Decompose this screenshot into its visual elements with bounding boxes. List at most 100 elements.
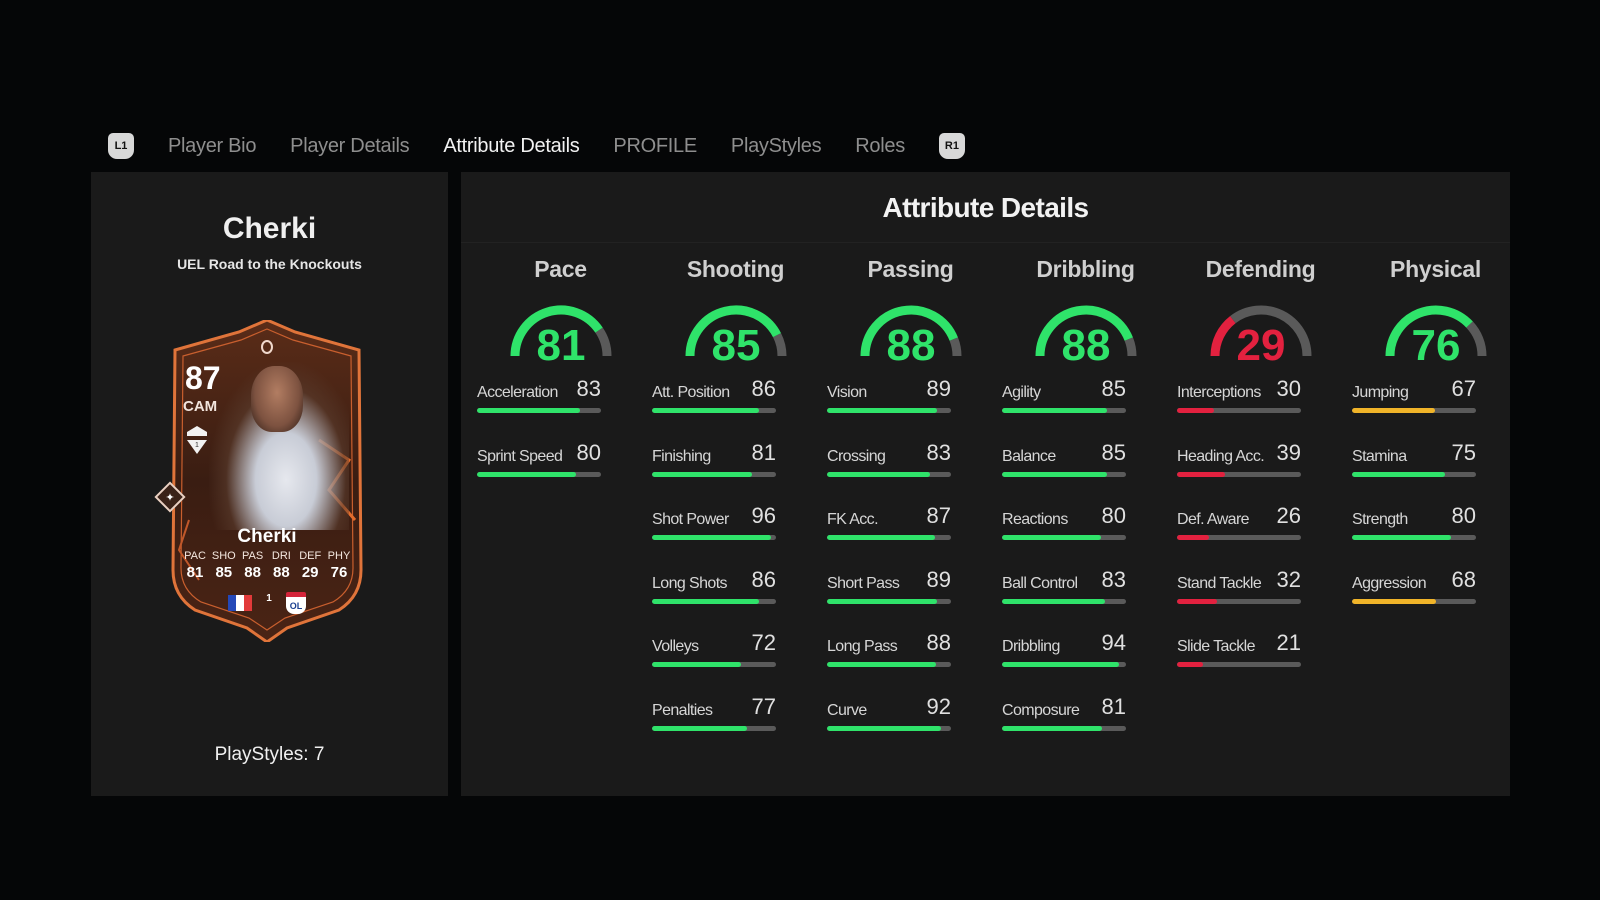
player-card[interactable]: 87 CAM 1 ✦ Cherki PAC 81 SHO 85 PAS 88 DRI 8… <box>154 320 365 642</box>
stat-name: Acceleration <box>477 384 558 401</box>
card-stat-value: 88 <box>244 564 261 581</box>
stat-bar-fill <box>652 598 759 604</box>
stat-bar-fill <box>827 471 930 477</box>
stat-bar <box>652 408 776 413</box>
stat-value: 86 <box>751 566 776 592</box>
stat-row: FK Acc. 87 <box>827 501 951 529</box>
stat-row: Composure 81 <box>1002 692 1126 720</box>
card-stat-value: 88 <box>273 564 290 581</box>
stat-item: Finishing 81 <box>652 438 776 502</box>
attribute-column-pace: Pace 81 Acceleration 83 Sprint Speed 80 <box>473 256 648 755</box>
stat-item: Volleys 72 <box>652 628 776 692</box>
stat-row: Acceleration 83 <box>477 374 601 402</box>
stat-name: Reactions <box>1002 511 1068 528</box>
stat-item: Balance 85 <box>1002 438 1126 502</box>
card-stat-label: PHY <box>327 550 351 562</box>
player-name: Cherki <box>222 212 317 245</box>
stat-name: Finishing <box>652 447 711 465</box>
stat-bar <box>1177 471 1301 477</box>
card-rating: 87 <box>185 360 221 396</box>
stat-item: Penalties 77 <box>652 692 776 756</box>
stat-bar <box>1352 408 1476 413</box>
stat-bar-fill <box>477 471 577 477</box>
stat-value: 75 <box>1451 439 1476 465</box>
card-stat-label: DRI <box>271 550 291 562</box>
r1-bumper-icon[interactable]: R1 <box>938 133 965 159</box>
stat-item: Def. Aware 26 <box>1177 501 1301 565</box>
stat-bar-fill <box>1002 725 1103 731</box>
section-title: Attribute Details <box>882 192 1089 223</box>
stat-row: Penalties 77 <box>652 692 776 720</box>
card-badges: 1 OL <box>169 592 365 614</box>
stat-row: Heading Acc. 39 <box>1177 438 1301 466</box>
category-gauge: 85 <box>685 305 786 362</box>
stat-item: Slide Tackle 21 <box>1177 628 1301 692</box>
stat-value: 85 <box>1101 376 1126 401</box>
stat-bar <box>652 471 776 477</box>
divider <box>461 242 1510 243</box>
card-stat-label: SHO <box>211 550 236 562</box>
gauge-track <box>1465 321 1486 357</box>
stat-name: Strength <box>1352 511 1408 528</box>
stat-item: Long Shots 86 <box>652 565 776 629</box>
tab-bar: L1 Player Bio Player Details Attribute D… <box>108 130 965 162</box>
stat-bar <box>827 535 951 540</box>
stat-value: 96 <box>751 503 776 528</box>
stat-value: 87 <box>926 503 951 528</box>
attribute-column-defending: Defending 29 Interceptions 30 Heading Acc… <box>1173 256 1348 755</box>
stat-bar <box>1002 725 1126 731</box>
stat-value: 68 <box>1451 566 1476 592</box>
tab-roles[interactable]: Roles <box>855 135 905 158</box>
stat-bar-fill <box>1177 471 1226 477</box>
category-gauge: 88 <box>1035 305 1136 362</box>
stat-bar-fill <box>1352 598 1437 604</box>
category-name: Pace <box>534 256 587 282</box>
category-value: 88 <box>886 321 935 362</box>
stat-row: Slide Tackle 21 <box>1177 628 1301 656</box>
tab-profile[interactable]: PROFILE <box>613 135 697 158</box>
playstyles-count: PlayStyles: 7 <box>214 744 325 765</box>
stat-item: Heading Acc. 39 <box>1177 438 1301 502</box>
stat-name: Att. Position <box>652 384 730 401</box>
tab-player-details[interactable]: Player Details <box>290 135 409 158</box>
stat-bar <box>1177 662 1301 667</box>
category-name: Dribbling <box>1036 256 1135 282</box>
card-player-name: Cherki <box>237 526 297 547</box>
category-name: Shooting <box>686 256 785 282</box>
stat-item: Crossing 83 <box>827 438 951 502</box>
tab-playstyles[interactable]: PlayStyles <box>731 135 822 158</box>
tab-player-bio[interactable]: Player Bio <box>168 135 256 158</box>
stat-row: Vision 89 <box>827 374 951 402</box>
stat-bar <box>652 725 776 731</box>
stat-name: Ball Control <box>1002 574 1078 592</box>
player-photo-head <box>251 366 303 432</box>
stat-value: 26 <box>1276 503 1301 528</box>
stat-list: Vision 89 Crossing 83 FK Acc. 87 Short P… <box>823 374 998 755</box>
stat-row: Volleys 72 <box>652 628 776 656</box>
stat-bar-fill <box>652 408 759 413</box>
stat-bar <box>1002 408 1126 413</box>
stat-item: Agility 85 <box>1002 374 1126 438</box>
stat-bar <box>1352 598 1476 604</box>
stat-name: Interceptions <box>1177 384 1261 401</box>
card-stat-sho: SHO 85 <box>210 550 238 581</box>
tab-attribute-details[interactable]: Attribute Details <box>443 135 579 158</box>
gauge-track <box>1124 337 1136 357</box>
stat-value: 89 <box>926 566 951 592</box>
stat-item: Shot Power 96 <box>652 501 776 565</box>
stat-row: Shot Power 96 <box>652 501 776 529</box>
stat-value: 92 <box>926 693 951 719</box>
stat-value: 32 <box>1276 566 1301 592</box>
stat-row: Finishing 81 <box>652 438 776 466</box>
stat-value: 81 <box>1101 693 1126 719</box>
category-value: 88 <box>1061 321 1110 362</box>
stat-row: Stamina 75 <box>1352 438 1476 466</box>
stat-name: Shot Power <box>652 511 729 528</box>
stat-bar-fill <box>827 725 942 731</box>
stat-bar <box>1177 535 1301 540</box>
gauge-track <box>594 327 611 357</box>
stat-name: Dribbling <box>1002 638 1060 655</box>
l1-bumper-icon[interactable]: L1 <box>108 133 134 159</box>
stat-bar <box>477 408 601 413</box>
stat-value: 88 <box>926 630 951 655</box>
